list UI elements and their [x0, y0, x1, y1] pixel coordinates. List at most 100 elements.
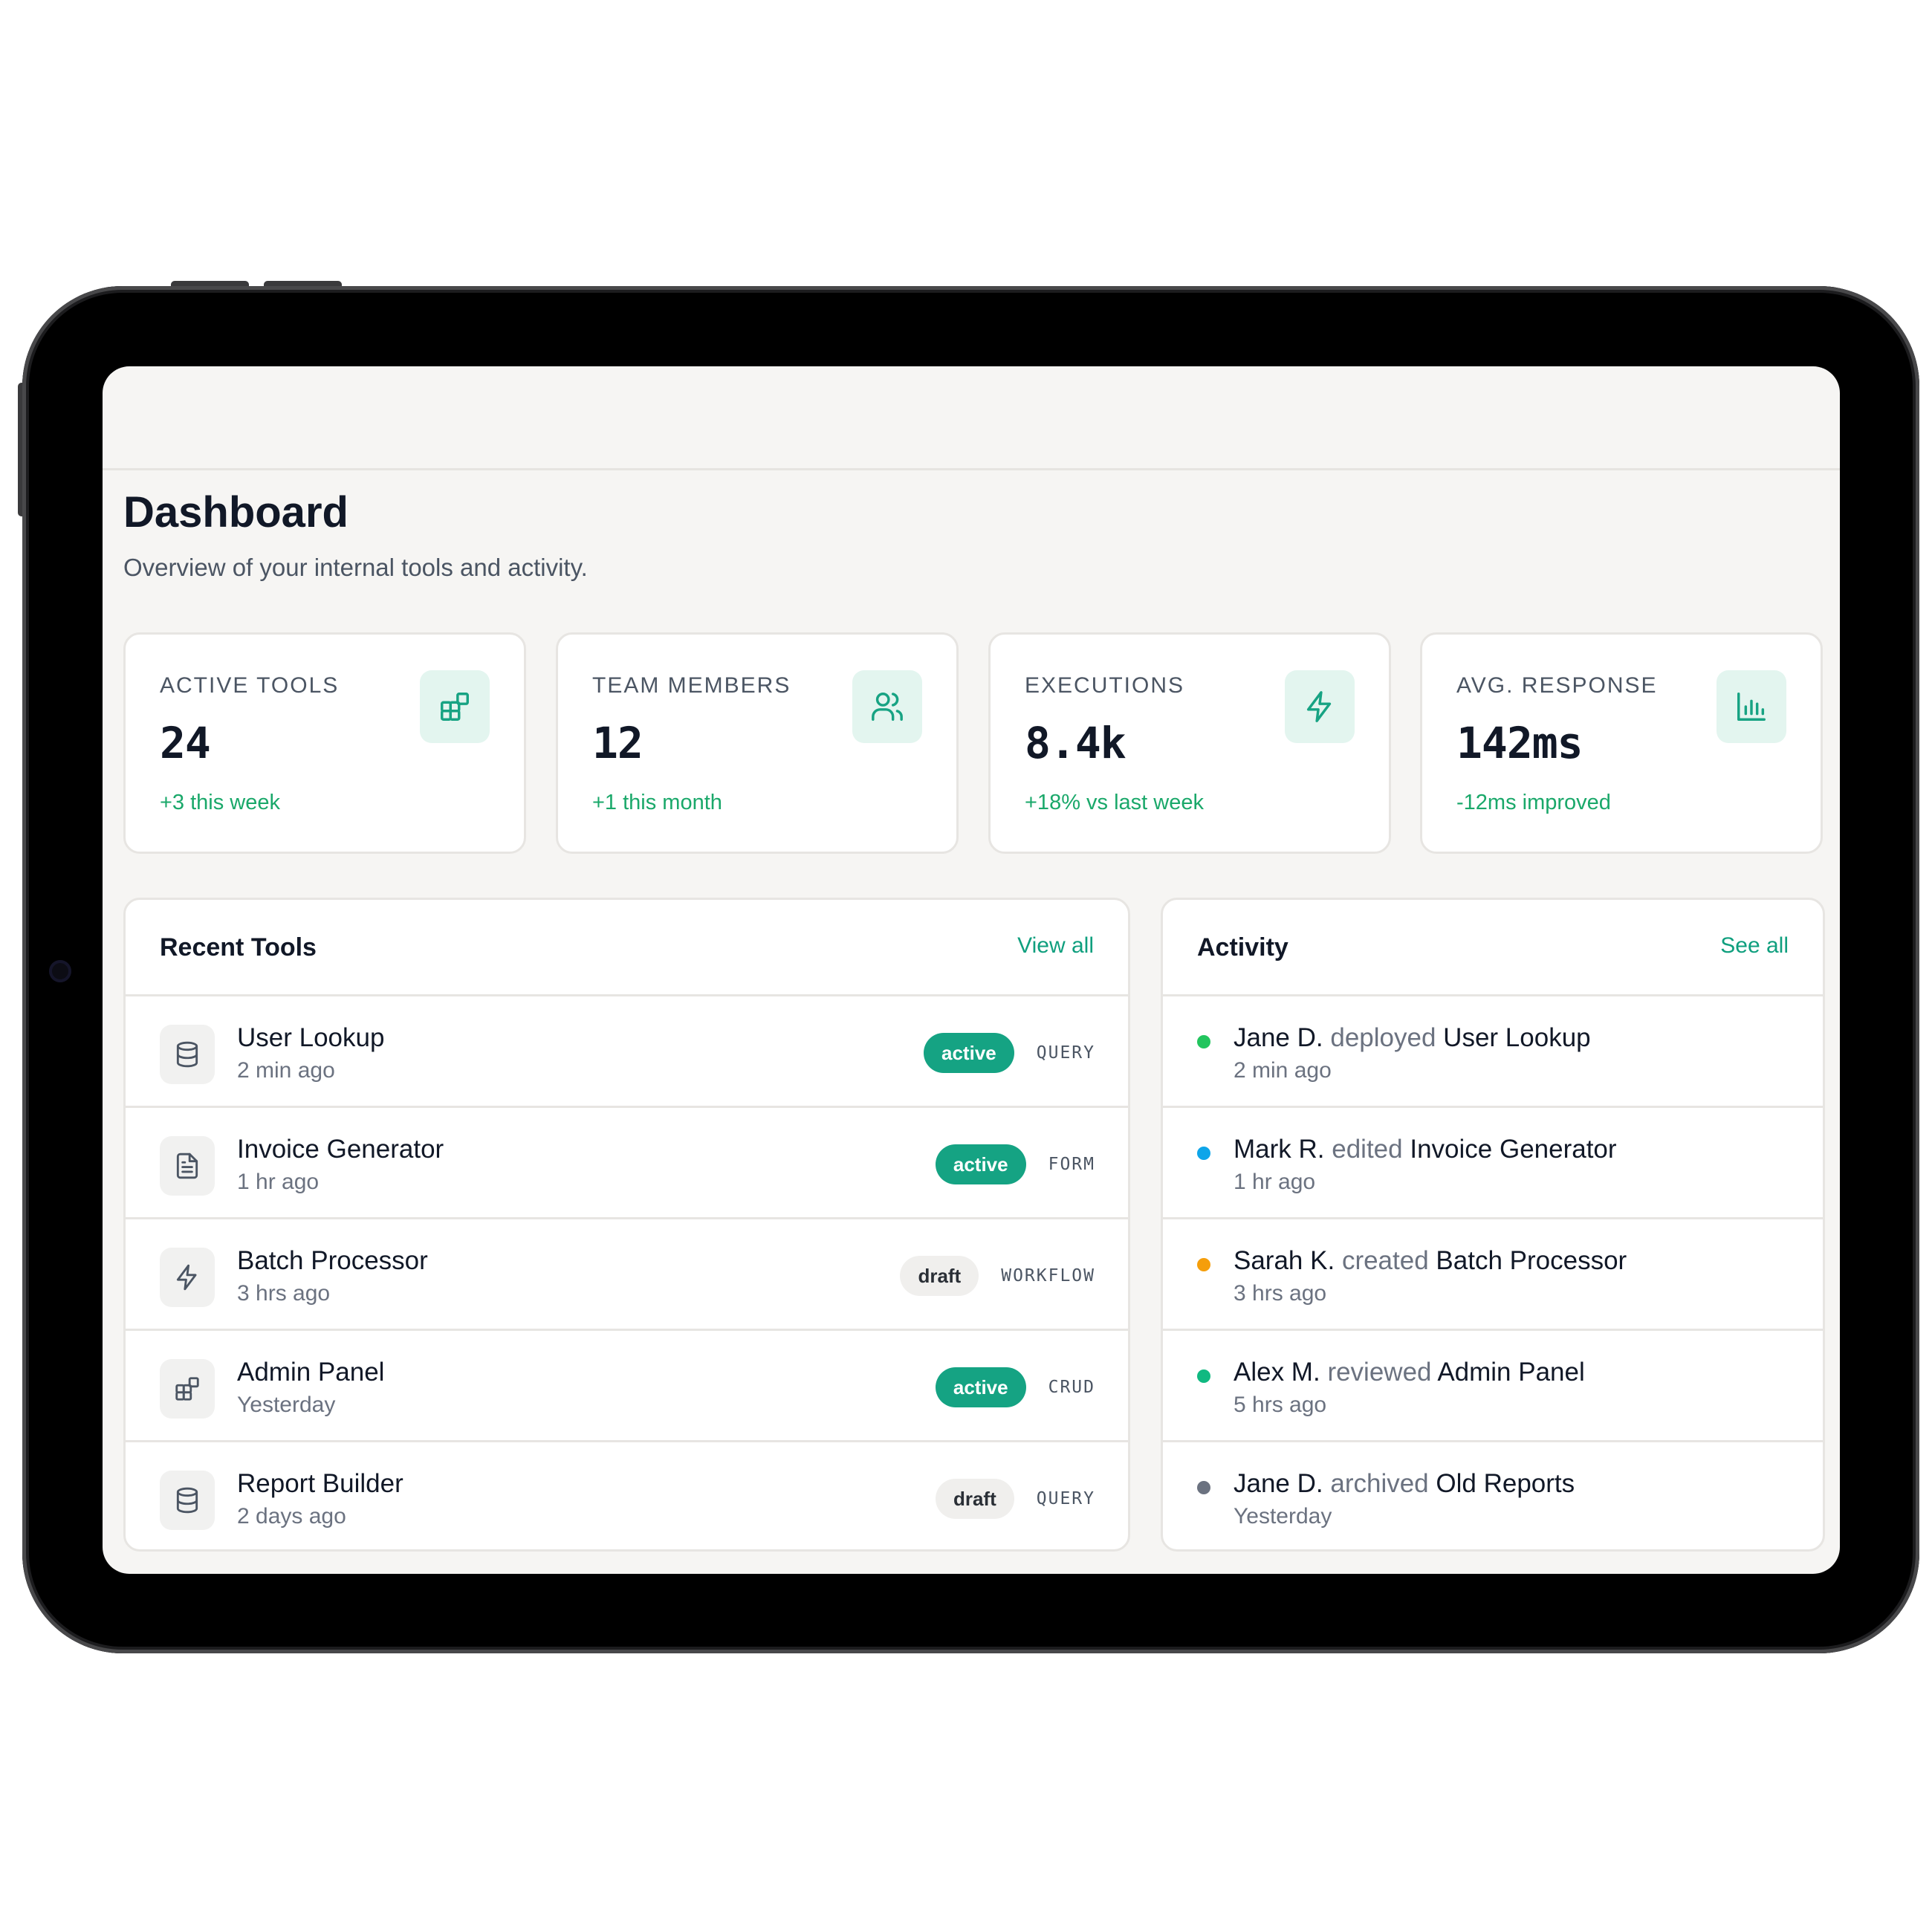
bar-chart-icon	[1717, 670, 1786, 743]
see-all-link[interactable]: See all	[1720, 933, 1789, 959]
activity-verb: created	[1341, 1246, 1429, 1275]
stat-value: 12	[592, 718, 644, 768]
activity-line: Alex M. reviewed Admin Panel	[1234, 1358, 1585, 1387]
status-badge: draft	[900, 1256, 979, 1296]
activity-target: Invoice Generator	[1410, 1135, 1617, 1164]
grid-icon	[160, 1359, 215, 1419]
activity-time: 1 hr ago	[1234, 1170, 1316, 1194]
document-icon	[160, 1136, 215, 1196]
activity-user: Alex M.	[1234, 1358, 1320, 1387]
stat-card-active-tools: ACTIVE TOOLS 24 +3 this week	[123, 632, 526, 854]
activity-target: User Lookup	[1443, 1023, 1591, 1052]
status-badge: active	[935, 1367, 1026, 1407]
stat-value: 8.4k	[1025, 718, 1127, 768]
activity-target: Batch Processor	[1436, 1246, 1627, 1275]
tool-type: WORKFLOW	[1001, 1266, 1095, 1286]
activity-time: 3 hrs ago	[1234, 1281, 1327, 1306]
status-badge: draft	[935, 1479, 1014, 1519]
status-dot	[1197, 1481, 1210, 1494]
page-title: Dashboard	[123, 488, 349, 537]
users-icon	[852, 670, 922, 743]
activity-line: Mark R. edited Invoice Generator	[1234, 1135, 1617, 1164]
view-all-link[interactable]: View all	[1017, 933, 1094, 959]
tool-time: 2 days ago	[237, 1504, 346, 1529]
tool-type: CRUD	[1048, 1378, 1095, 1397]
tool-row[interactable]: User Lookup 2 min ago active QUERY	[126, 996, 1128, 1108]
status-dot	[1197, 1369, 1210, 1383]
activity-verb: reviewed	[1327, 1358, 1432, 1387]
panel-header: Activity See all	[1163, 900, 1823, 996]
stat-card-team-members: TEAM MEMBERS 12 +1 this month	[556, 632, 959, 854]
grid-icon	[420, 670, 490, 743]
tool-name: Report Builder	[237, 1469, 403, 1498]
tool-meta: draft WORKFLOW	[900, 1255, 1095, 1297]
activity-target: Old Reports	[1436, 1469, 1575, 1498]
activity-user: Jane D.	[1234, 1023, 1323, 1052]
tool-name: Admin Panel	[237, 1358, 385, 1387]
activity-time: 2 min ago	[1234, 1058, 1332, 1083]
stat-card-executions: EXECUTIONS 8.4k +18% vs last week	[988, 632, 1391, 854]
stat-value: 24	[160, 718, 211, 768]
stat-label: TEAM MEMBERS	[592, 673, 791, 698]
stat-card-avg-response: AVG. RESPONSE 142ms -12ms improved	[1420, 632, 1823, 854]
tool-time: Yesterday	[237, 1393, 336, 1417]
tool-time: 1 hr ago	[237, 1170, 320, 1194]
front-camera	[49, 960, 71, 982]
activity-item: Mark R. edited Invoice Generator 1 hr ag…	[1163, 1108, 1823, 1219]
stat-delta: -12ms improved	[1456, 791, 1611, 814]
activity-line: Jane D. archived Old Reports	[1234, 1469, 1575, 1499]
panel-header: Recent Tools View all	[126, 900, 1128, 996]
activity-user: Sarah K.	[1234, 1246, 1335, 1275]
app-screen: Dashboard Overview of your internal tool…	[103, 366, 1840, 1574]
activity-item: Alex M. reviewed Admin Panel 5 hrs ago	[1163, 1331, 1823, 1442]
status-dot	[1197, 1258, 1210, 1271]
tool-type: FORM	[1048, 1155, 1095, 1174]
activity-user: Mark R.	[1234, 1135, 1325, 1164]
panel-title: Activity	[1197, 933, 1288, 962]
tool-meta: active FORM	[935, 1144, 1095, 1185]
activity-verb: edited	[1332, 1135, 1403, 1164]
tool-name: Invoice Generator	[237, 1135, 444, 1164]
tool-type: QUERY	[1036, 1043, 1095, 1063]
database-icon	[160, 1471, 215, 1530]
tool-row[interactable]: Invoice Generator 1 hr ago active FORM	[126, 1108, 1128, 1219]
activity-item: Jane D. archived Old Reports Yesterday	[1163, 1442, 1823, 1549]
page-subtitle: Overview of your internal tools and acti…	[123, 554, 588, 581]
tool-time: 3 hrs ago	[237, 1281, 331, 1306]
stat-delta: +1 this month	[592, 791, 722, 814]
activity-verb: archived	[1330, 1469, 1429, 1498]
activity-user: Jane D.	[1234, 1469, 1323, 1498]
tool-name: Batch Processor	[237, 1246, 428, 1275]
tool-row[interactable]: Admin Panel Yesterday active CRUD	[126, 1331, 1128, 1442]
bolt-icon	[1285, 670, 1355, 743]
activity-panel: Activity See all Jane D. deployed User L…	[1161, 898, 1825, 1552]
status-dot	[1197, 1147, 1210, 1160]
stat-delta: +3 this week	[160, 791, 281, 814]
activity-item: Jane D. deployed User Lookup 2 min ago	[1163, 996, 1823, 1108]
activity-time: Yesterday	[1234, 1504, 1332, 1529]
status-dot	[1197, 1035, 1210, 1048]
activity-verb: deployed	[1330, 1023, 1436, 1052]
tool-meta: draft QUERY	[935, 1478, 1095, 1520]
tool-row[interactable]: Batch Processor 3 hrs ago draft WORKFLOW	[126, 1219, 1128, 1331]
panel-title: Recent Tools	[160, 933, 317, 962]
stat-label: AVG. RESPONSE	[1456, 673, 1658, 698]
database-icon	[160, 1025, 215, 1084]
bolt-icon	[160, 1248, 215, 1307]
stat-value: 142ms	[1456, 718, 1583, 768]
top-bar	[103, 366, 1840, 470]
stat-label: ACTIVE TOOLS	[160, 673, 340, 698]
tool-type: QUERY	[1036, 1489, 1095, 1508]
tool-meta: active CRUD	[935, 1367, 1095, 1408]
activity-time: 5 hrs ago	[1234, 1393, 1327, 1417]
status-badge: active	[924, 1033, 1014, 1073]
tool-time: 2 min ago	[237, 1058, 335, 1083]
tool-meta: active QUERY	[924, 1032, 1095, 1074]
activity-line: Sarah K. created Batch Processor	[1234, 1246, 1627, 1276]
tool-name: User Lookup	[237, 1023, 385, 1052]
activity-item: Sarah K. created Batch Processor 3 hrs a…	[1163, 1219, 1823, 1331]
stat-delta: +18% vs last week	[1025, 791, 1204, 814]
activity-line: Jane D. deployed User Lookup	[1234, 1023, 1591, 1053]
tool-row[interactable]: Report Builder 2 days ago draft QUERY	[126, 1442, 1128, 1549]
status-badge: active	[935, 1144, 1026, 1184]
